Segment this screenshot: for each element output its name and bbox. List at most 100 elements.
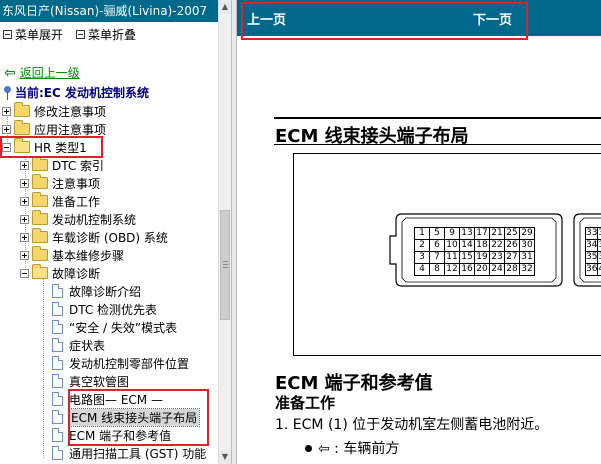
- tree-item-basic-service[interactable]: 基本维修步骤: [20, 246, 124, 264]
- expand-toggle-icon[interactable]: [20, 178, 29, 188]
- back-arrow-icon: ⇦: [4, 64, 16, 81]
- connector-pin: 7: [429, 251, 445, 264]
- document-icon: [52, 320, 63, 334]
- tree-doc-symptom-table[interactable]: 症状表: [52, 336, 105, 354]
- tree-doc-gst-functions[interactable]: 通用扫描工具 (GST) 功能: [52, 444, 206, 462]
- connector-pin: 18: [474, 239, 490, 252]
- menu-collapse-label: 菜单折叠: [88, 28, 137, 42]
- tree-item-dtc-index[interactable]: DTC 索引: [20, 156, 104, 174]
- tree-doc-wiring-diagram[interactable]: 电路图— ECM —: [52, 390, 163, 408]
- step-text: 1. ECM (1) 位于发动机室左侧蓄电池附近。: [275, 417, 549, 433]
- tree-doc-vacuum-hose[interactable]: 真空软管图: [52, 372, 129, 390]
- document-icon: [52, 410, 63, 424]
- connector-pin: 21: [489, 227, 505, 240]
- connector-pin: 13: [459, 227, 475, 240]
- tree-item-preparation[interactable]: 准备工作: [20, 192, 100, 210]
- document-icon: [52, 446, 63, 460]
- folder-icon: [32, 174, 48, 189]
- tree-doc-dtc-priority[interactable]: DTC 检测优先表: [52, 300, 157, 318]
- connector-pins-left: 1 5 9 13 17 21 25 29 2 6 10 14 18 22 26 30 3 7 11 15 19 23 27 3…: [414, 227, 535, 276]
- connector-pin: 30: [519, 239, 535, 252]
- connector-pins-right: 333741343842353943364044: [584, 227, 601, 276]
- scroll-up-icon[interactable]: ▲: [219, 0, 231, 14]
- connector-pin: 24: [489, 263, 505, 276]
- connector-pin: 31: [519, 251, 535, 264]
- document-icon: [52, 302, 63, 316]
- tree-scrollbar[interactable]: ▲ ▼: [218, 0, 231, 464]
- current-location: 当前:EC 发动机控制系统: [2, 84, 149, 101]
- tree-item-troubleshooting[interactable]: 故障诊断: [20, 264, 100, 282]
- back-link[interactable]: 返回上一级: [20, 64, 80, 81]
- connector-pin: 36: [584, 263, 599, 276]
- expand-toggle-icon[interactable]: [20, 250, 29, 260]
- tree-item-modify-notes[interactable]: 修改注意事项: [2, 102, 106, 120]
- connector-pin: 12: [444, 263, 460, 276]
- bullet-row: ⇦ : 车辆前方: [305, 438, 399, 458]
- collapse-toggle-icon[interactable]: [2, 142, 11, 152]
- tree-doc-diagnosis-intro[interactable]: 故障诊断介绍: [52, 282, 141, 300]
- back-link-row[interactable]: ⇦ 返回上一级: [4, 64, 80, 81]
- document-icon: [52, 284, 63, 298]
- tree-item-engine-control[interactable]: 发动机控制系统: [20, 210, 136, 228]
- document-icon: [52, 428, 63, 442]
- connector-pin: 4: [414, 263, 430, 276]
- folder-open-icon: [14, 138, 30, 153]
- menu-expand-button[interactable]: 菜单展开: [3, 26, 63, 43]
- connector-pin: 28: [504, 263, 520, 276]
- connector-pin: 1: [414, 227, 430, 240]
- prev-page-link[interactable]: 上一页: [247, 9, 286, 28]
- folder-icon: [32, 192, 48, 207]
- document-icon: [52, 374, 63, 388]
- expand-toggle-icon[interactable]: [2, 124, 11, 134]
- connector-pin: 29: [519, 227, 535, 240]
- location-pin-icon: [2, 85, 12, 100]
- connector-pin: 22: [489, 239, 505, 252]
- tree-item-hr-type[interactable]: HR 类型1: [2, 138, 87, 156]
- page-nav-bar: 上一页 下一页: [237, 0, 601, 36]
- expand-toggle-icon[interactable]: [2, 106, 11, 116]
- expand-toggle-icon[interactable]: [20, 160, 29, 170]
- tree-doc-ecm-terminals[interactable]: ECM 端子和参考值: [52, 426, 171, 444]
- tree-item-obd[interactable]: 车载诊断 (OBD) 系统: [20, 228, 168, 246]
- vehicle-title: 东风日产(Nissan)-骊威(Livina)-2007: [0, 0, 218, 22]
- connector-pin: 9: [444, 227, 460, 240]
- folder-open-icon: [32, 264, 48, 279]
- tree-doc-component-location[interactable]: 发动机控制零部件位置: [52, 354, 189, 372]
- collapse-toggle-icon[interactable]: [20, 268, 29, 278]
- connector-pin: 35: [584, 251, 599, 264]
- connector-pin: 34: [584, 239, 599, 252]
- connector-pin: 32: [519, 263, 535, 276]
- bullet-dot-icon: [305, 444, 312, 452]
- folder-icon: [14, 120, 30, 135]
- next-page-link[interactable]: 下一页: [473, 9, 512, 28]
- expand-toggle-icon[interactable]: [20, 214, 29, 224]
- folder-icon: [14, 102, 30, 117]
- tree-doc-failsafe-table[interactable]: “安全 / 失效”模式表: [52, 318, 177, 336]
- tree-item-precautions[interactable]: 注意事项: [20, 174, 100, 192]
- connector-pin: 16: [459, 263, 475, 276]
- connector-pin: 6: [429, 239, 445, 252]
- navigation-panel: 东风日产(Nissan)-骊威(Livina)-2007 菜单展开 菜单折叠 ⇦…: [0, 0, 231, 464]
- folder-icon: [32, 246, 48, 261]
- folder-icon: [32, 210, 48, 225]
- tree-doc-ecm-connector-layout[interactable]: ECM 线束接头端子布局: [52, 407, 201, 427]
- title-rule-top: [274, 117, 601, 119]
- menu-collapse-icon: [76, 30, 85, 39]
- title-rule-bottom: [274, 144, 601, 145]
- connector-pin: 8: [429, 263, 445, 276]
- connector-pin: 23: [489, 251, 505, 264]
- expand-toggle-icon[interactable]: [20, 196, 29, 206]
- menu-collapse-button[interactable]: 菜单折叠: [76, 26, 136, 43]
- folder-icon: [32, 156, 48, 171]
- tree-item-apply-notes[interactable]: 应用注意事项: [2, 120, 106, 138]
- connector-pin: 25: [504, 227, 520, 240]
- expand-toggle-icon[interactable]: [20, 232, 29, 242]
- menu-expand-label: 菜单展开: [15, 28, 64, 42]
- selected-tree-label: ECM 线束接头端子布局: [67, 407, 201, 427]
- document-icon: [52, 338, 63, 352]
- scroll-down-icon[interactable]: ▼: [219, 450, 231, 464]
- subsection-title: 准备工作: [275, 394, 336, 412]
- scrollbar-thumb[interactable]: [220, 210, 230, 320]
- document-icon: [52, 392, 63, 406]
- connector-pin: 10: [444, 239, 460, 252]
